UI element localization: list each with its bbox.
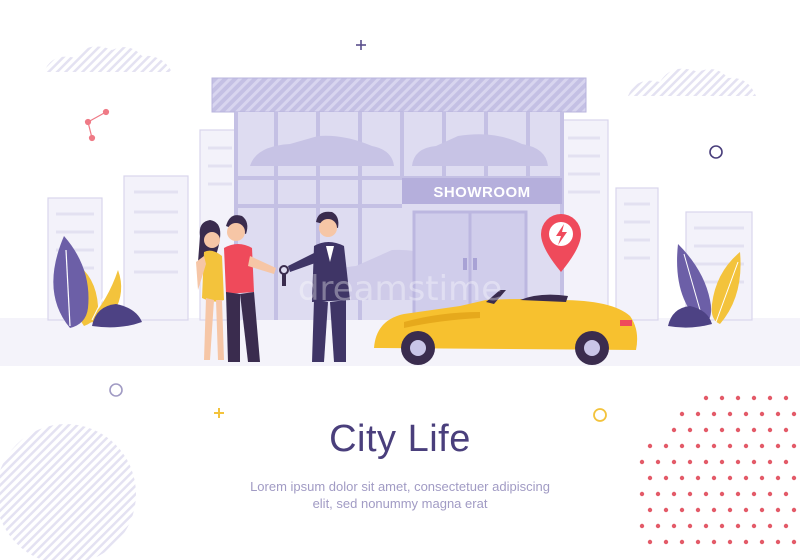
- decorative-dot: [655, 491, 661, 497]
- decorative-dot: [775, 411, 781, 417]
- decorative-dot: [639, 523, 645, 529]
- decorative-dot: [711, 475, 717, 481]
- decorative-dot: [783, 395, 789, 401]
- decorative-dot: [711, 539, 717, 545]
- decorative-dot: [751, 491, 757, 497]
- decorative-dot: [671, 491, 677, 497]
- decorative-dot: [727, 539, 733, 545]
- decorative-dot: [695, 539, 701, 545]
- decorative-dot: [719, 395, 725, 401]
- decorative-dot: [759, 475, 765, 481]
- cloud-left: [44, 46, 172, 72]
- decorative-dot: [735, 491, 741, 497]
- decorative-dot: [743, 411, 749, 417]
- decorative-dot: [751, 523, 757, 529]
- body-copy: Lorem ipsum dolor sit amet, consectetuer…: [230, 478, 570, 512]
- decorative-dot: [663, 475, 669, 481]
- decorative-dot: [647, 507, 653, 513]
- headline: City Life: [329, 418, 471, 460]
- decorative-dot: [791, 411, 797, 417]
- decorative-dot: [727, 475, 733, 481]
- decorative-dot: [791, 539, 797, 545]
- decorative-dot: [695, 507, 701, 513]
- decorative-dot: [639, 491, 645, 497]
- decorative-dot: [735, 395, 741, 401]
- decorative-dot: [727, 507, 733, 513]
- circle-icon-left: [109, 383, 123, 397]
- decorative-dot: [695, 475, 701, 481]
- decorative-dot: [687, 523, 693, 529]
- decorative-dot: [679, 507, 685, 513]
- decorative-dot: [775, 507, 781, 513]
- decorative-dot: [783, 523, 789, 529]
- decorative-dot: [711, 411, 717, 417]
- plus-icon: [356, 40, 366, 50]
- decorative-dot: [671, 523, 677, 529]
- decorative-dot: [791, 475, 797, 481]
- molecule-icon: [84, 108, 110, 142]
- decorative-dot: [743, 539, 749, 545]
- decorative-dot: [703, 395, 709, 401]
- decorative-dot: [775, 539, 781, 545]
- decorative-dot: [759, 411, 765, 417]
- decorative-dot: [647, 539, 653, 545]
- decorative-dot: [647, 475, 653, 481]
- decorative-dot: [743, 475, 749, 481]
- decorative-dot: [687, 491, 693, 497]
- decorative-dot: [783, 491, 789, 497]
- decorative-dot: [719, 491, 725, 497]
- showroom-roof: [211, 77, 587, 113]
- showroom-sign-text: SHOWROOM: [433, 184, 530, 201]
- decorative-dot: [759, 539, 765, 545]
- decorative-dot: [759, 507, 765, 513]
- decorative-dot: [703, 523, 709, 529]
- decorative-dot: [727, 411, 733, 417]
- watermark-text: dreamstime: [298, 269, 502, 309]
- decorative-dot: [655, 523, 661, 529]
- decorative-dot: [663, 507, 669, 513]
- decorative-dot: [679, 539, 685, 545]
- decorative-dot: [767, 491, 773, 497]
- body-copy-line-1: Lorem ipsum dolor sit amet, consectetuer…: [250, 479, 550, 494]
- decorative-dot: [663, 539, 669, 545]
- decorative-dot: [719, 523, 725, 529]
- decorative-dot: [711, 507, 717, 513]
- body-copy-line-2: elit, sed nonummy magna erat: [312, 496, 488, 511]
- decorative-dot: [679, 475, 685, 481]
- cloud-right: [628, 68, 756, 96]
- decorative-dot: [695, 411, 701, 417]
- decorative-dot: [703, 491, 709, 497]
- decorative-dot: [751, 395, 757, 401]
- decorative-dot: [775, 475, 781, 481]
- decorative-dot: [735, 523, 741, 529]
- decorative-dot: [767, 523, 773, 529]
- decorative-dot: [743, 507, 749, 513]
- decorative-dot: [679, 411, 685, 417]
- city-life-illustration: SHOWROOM dreamstime: [0, 40, 800, 560]
- circle-icon-top-right: [709, 145, 723, 159]
- decorative-dot: [791, 507, 797, 513]
- plus-icon-yellow: [214, 408, 224, 418]
- decorative-dot: [767, 395, 773, 401]
